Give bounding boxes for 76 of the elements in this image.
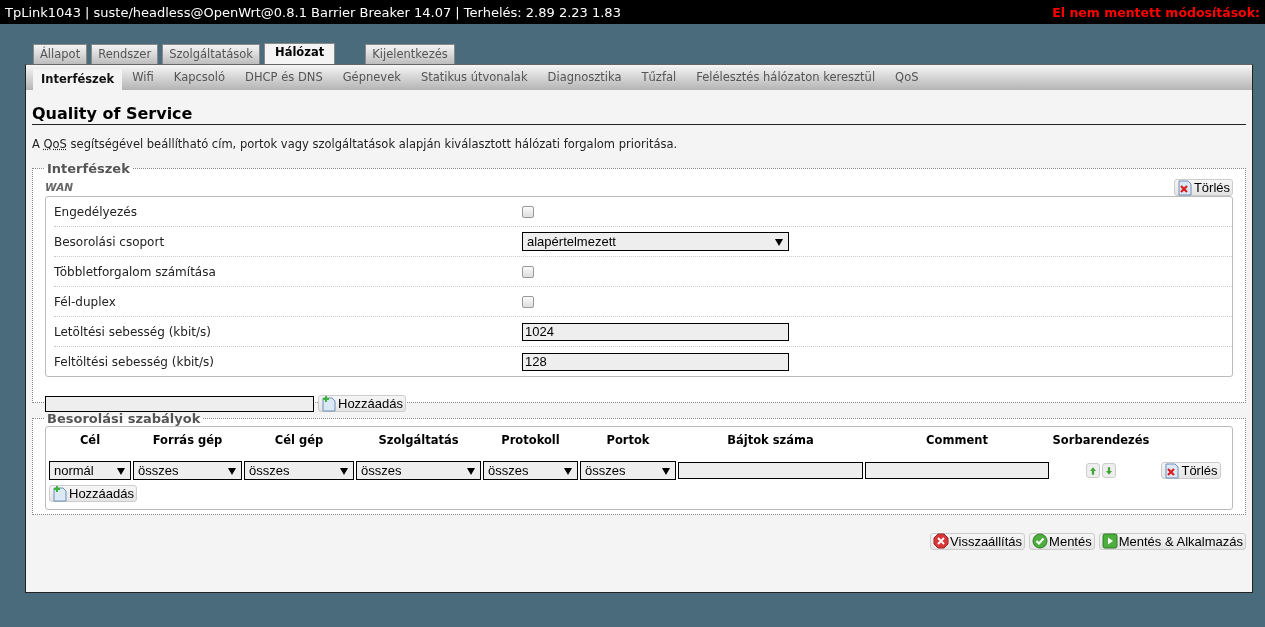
stop-x-icon bbox=[933, 533, 950, 549]
checkbox[interactable] bbox=[522, 205, 534, 218]
subnav-tab[interactable]: Wifi bbox=[122, 70, 164, 90]
column-header: Comment bbox=[925, 432, 989, 449]
checkbox[interactable] bbox=[522, 265, 534, 278]
column-header: Portok bbox=[605, 432, 651, 449]
nav-tab[interactable]: Hálózat bbox=[264, 43, 336, 64]
dropdown[interactable]: összes bbox=[244, 461, 354, 480]
page-title: Quality of Service bbox=[32, 104, 1246, 125]
add-button[interactable]: Hozzáadás bbox=[49, 485, 138, 502]
fieldset-legend: Interfészek bbox=[45, 161, 132, 176]
subnav-tab[interactable]: Diagnosztika bbox=[537, 70, 632, 90]
new-interface-field[interactable] bbox=[45, 395, 314, 412]
page-x-icon bbox=[1176, 179, 1193, 196]
subnav-tab[interactable]: Gépnevek bbox=[332, 70, 411, 90]
nav-tab[interactable]: Kijelentkezés bbox=[365, 44, 455, 64]
text-field[interactable]: 128 bbox=[522, 352, 789, 371]
column-header: Protokoll bbox=[500, 432, 561, 449]
checkbox[interactable] bbox=[522, 295, 534, 308]
dropdown[interactable]: összes bbox=[580, 461, 676, 480]
reset-button[interactable]: Visszaállítás bbox=[930, 532, 1026, 550]
play-square-icon bbox=[1101, 533, 1118, 549]
column-header: Sorbarendezés bbox=[1051, 432, 1151, 449]
field-label: Feltöltési sebesség (kbit/s) bbox=[54, 354, 216, 369]
dropdown[interactable]: összes bbox=[483, 461, 578, 480]
text-field[interactable]: 1024 bbox=[522, 322, 789, 341]
field-label: Többletforgalom számítása bbox=[54, 264, 217, 279]
caret-icon bbox=[340, 468, 348, 475]
column-header: Szolgáltatás bbox=[377, 432, 460, 449]
field-label: Engedélyezés bbox=[54, 204, 138, 219]
column-header: Forrás gép bbox=[151, 432, 224, 449]
header-title: TpLink1043 | suste/headless@OpenWrt@0.8.1 Barrier Breaker 14.07 | Terhelés: 2.89 2.23 1.83 bbox=[5, 4, 621, 20]
field-label: Besorolási csoport bbox=[54, 234, 166, 249]
subnav-tab[interactable]: Interfészek bbox=[33, 69, 123, 90]
column-header: Cél bbox=[78, 432, 102, 449]
caret-icon bbox=[564, 468, 572, 475]
subnav-tab[interactable]: Statikus útvonalak bbox=[410, 70, 538, 90]
field-label: Fél-duplex bbox=[54, 294, 117, 309]
save-button[interactable]: Mentés bbox=[1029, 532, 1095, 550]
save-apply-button[interactable]: Mentés & Alkalmazás bbox=[1098, 532, 1246, 550]
subnav-tab[interactable]: Kapcsoló bbox=[163, 70, 236, 90]
dropdown[interactable]: normál bbox=[49, 461, 131, 480]
subnav-tab[interactable]: DHCP és DNS bbox=[235, 70, 333, 90]
delete-button[interactable]: Törlés bbox=[1173, 179, 1233, 196]
fieldset-legend: Besorolási szabályok bbox=[45, 411, 203, 426]
move-down-button[interactable] bbox=[1102, 463, 1116, 478]
dropdown[interactable]: összes bbox=[133, 461, 242, 480]
arrow-down-icon bbox=[1103, 464, 1115, 477]
page-plus-icon bbox=[52, 485, 68, 502]
dropdown[interactable]: alapértelmezett bbox=[522, 232, 789, 251]
unsaved-changes-link[interactable]: El nem mentett módosítások: bbox=[1052, 4, 1260, 20]
text-field[interactable] bbox=[865, 462, 1049, 479]
column-header: Bájtok száma bbox=[726, 432, 815, 449]
add-button[interactable]: Hozzáadás bbox=[318, 395, 407, 412]
check-circle-icon bbox=[1032, 533, 1049, 549]
page-plus-icon bbox=[321, 395, 337, 412]
column-header: Cél gép bbox=[273, 432, 325, 449]
subnav-tab[interactable]: Tűzfal bbox=[631, 70, 687, 90]
caret-icon bbox=[662, 468, 670, 475]
caret-icon bbox=[467, 468, 475, 475]
page-description: A QoS segítségével beállítható cím, portok vagy szolgáltatások alapján kiválasztott hálózati forgalom prioritása. bbox=[32, 137, 679, 151]
subnav-tab[interactable]: QoS bbox=[885, 70, 929, 90]
move-up-button[interactable] bbox=[1086, 463, 1100, 478]
dropdown[interactable]: összes bbox=[356, 461, 481, 480]
page-x-icon bbox=[1164, 462, 1181, 479]
nav-tab[interactable]: Szolgáltatások bbox=[162, 44, 261, 64]
field-label: Letöltési sebesség (kbit/s) bbox=[54, 324, 212, 339]
caret-icon bbox=[775, 239, 783, 246]
nav-tab[interactable]: Rendszer bbox=[91, 44, 159, 64]
nav-tab[interactable]: Állapot bbox=[33, 44, 88, 64]
text-field[interactable] bbox=[678, 462, 863, 479]
section-title: WAN bbox=[45, 181, 74, 193]
subnav-tab[interactable]: Felélesztés hálózaton keresztül bbox=[686, 70, 886, 90]
caret-icon bbox=[117, 468, 125, 475]
caret-icon bbox=[228, 468, 236, 475]
delete-button[interactable]: Törlés bbox=[1161, 462, 1221, 479]
